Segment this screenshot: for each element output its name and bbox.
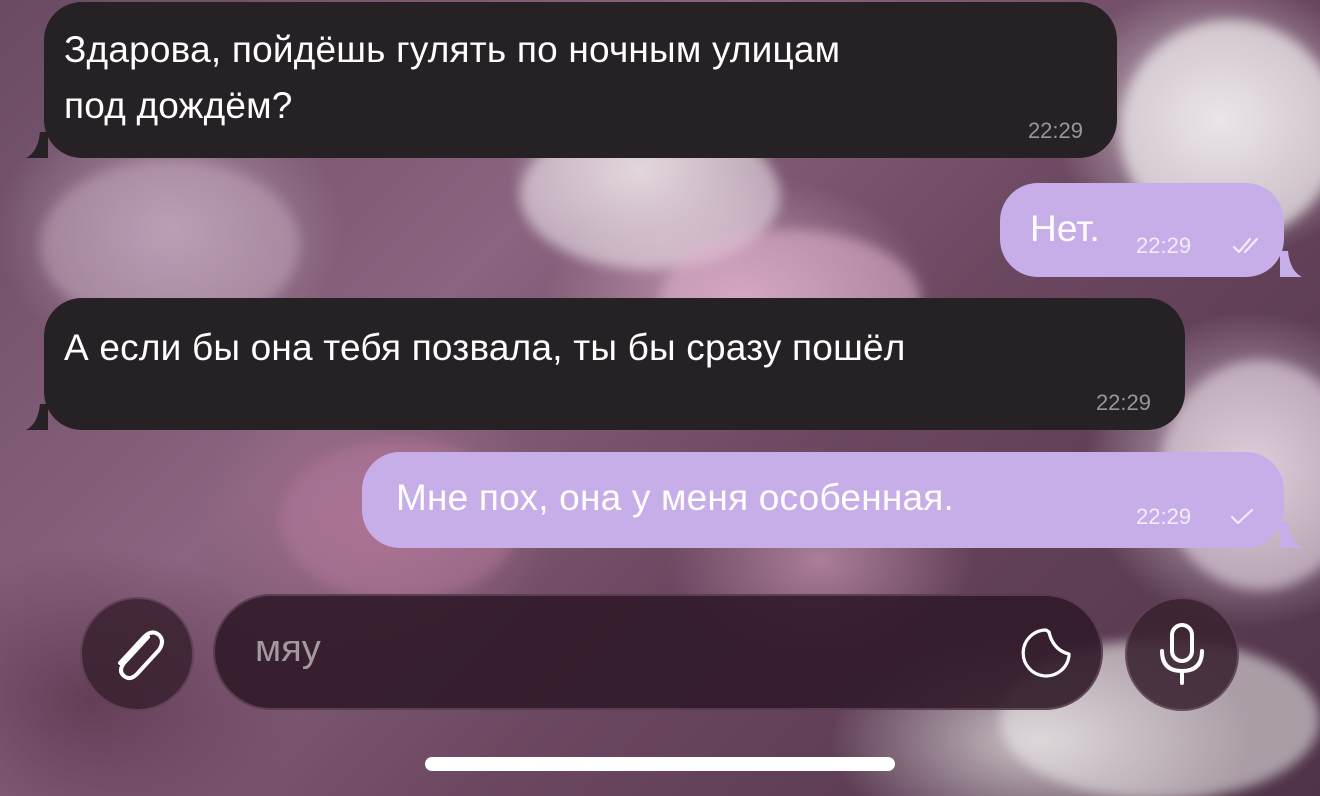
- message-text: Мне пох, она у меня особенная.: [396, 477, 954, 518]
- message-bubble-incoming[interactable]: Здарова, пойдёшь гулять по ночным улицам…: [26, 2, 1117, 158]
- message-text: А если бы она тебя позвала, ты бы сразу …: [64, 327, 906, 368]
- bubble-tail: [26, 404, 48, 430]
- paperclip-icon: [118, 630, 164, 681]
- microphone-icon: [1160, 623, 1204, 685]
- message-text: Здарова, пойдёшь гулять по ночным улицам: [64, 29, 841, 70]
- bubble-tail: [1280, 522, 1302, 548]
- message-bubble-incoming[interactable]: А если бы она тебя позвала, ты бы сразу …: [26, 298, 1185, 430]
- attach-button[interactable]: [80, 597, 194, 711]
- bubble-tail: [1280, 251, 1302, 277]
- home-indicator[interactable]: [425, 757, 895, 771]
- message-bubble-outgoing[interactable]: Нет. 22:29: [1000, 183, 1302, 277]
- bubble-tail: [26, 132, 48, 158]
- message-timestamp: 22:29: [1136, 504, 1192, 529]
- message-input[interactable]: мяу: [213, 594, 1103, 710]
- message-timestamp: 22:29: [1027, 118, 1083, 143]
- message-input-placeholder: мяу: [255, 628, 321, 670]
- sticker-icon[interactable]: [1019, 626, 1073, 680]
- sent-single-check-icon: [1230, 508, 1254, 525]
- message-text: Нет.: [1030, 208, 1100, 249]
- read-double-check-icon: [1232, 237, 1259, 254]
- message-timestamp: 22:29: [1095, 390, 1151, 415]
- message-text: под дождём?: [64, 85, 293, 126]
- voice-record-button[interactable]: [1125, 597, 1239, 711]
- message-timestamp: 22:29: [1136, 233, 1192, 258]
- message-bubble-outgoing[interactable]: Мне пох, она у меня особенная. 22:29: [362, 452, 1302, 548]
